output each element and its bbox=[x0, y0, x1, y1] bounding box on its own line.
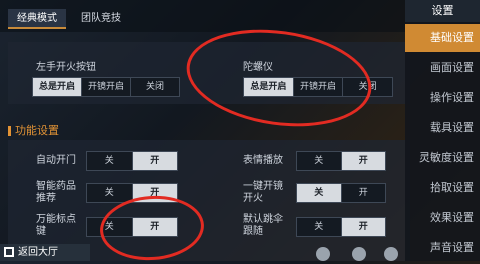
toggle-auto-door: 关 开 bbox=[86, 151, 178, 171]
settings-icon[interactable] bbox=[352, 247, 366, 261]
toggle-parachute-follow: 关 开 bbox=[296, 217, 386, 237]
fire-option-off[interactable]: 关闭 bbox=[131, 78, 179, 96]
annotation-circle-gyroscope bbox=[180, 18, 378, 138]
back-to-lobby-button[interactable]: 返回大厅 bbox=[0, 244, 90, 261]
section-marker-icon bbox=[8, 126, 11, 136]
fire-button-selector: 总是开启 开镜开启 关闭 bbox=[32, 77, 180, 97]
emote-off[interactable]: 关 bbox=[297, 152, 342, 170]
sidebar-item-basic[interactable]: 基础设置 bbox=[405, 24, 480, 52]
sidebar-title: 设置 bbox=[405, 0, 480, 22]
back-label: 返回大厅 bbox=[18, 247, 58, 258]
parachute-follow-off[interactable]: 关 bbox=[297, 218, 342, 236]
emote-on[interactable]: 开 bbox=[341, 152, 385, 170]
fire-option-scope[interactable]: 开镜开启 bbox=[82, 78, 131, 96]
sidebar-item-graphics[interactable]: 画面设置 bbox=[405, 54, 480, 82]
back-icon bbox=[4, 247, 14, 257]
toggle-label-emote: 表情播放 bbox=[243, 155, 283, 166]
toggle-label-scope-fire: 一键开镜开火 bbox=[243, 181, 283, 204]
section-title: 功能设置 bbox=[8, 122, 59, 138]
parachute-follow-on[interactable]: 开 bbox=[341, 218, 385, 236]
tab-classic-mode[interactable]: 经典模式 bbox=[8, 9, 66, 29]
sidebar-item-controls[interactable]: 操作设置 bbox=[405, 84, 480, 112]
toggle-label-med-recommend: 智能药品推荐 bbox=[36, 181, 76, 204]
fire-button-label: 左手开火按钮 bbox=[36, 62, 96, 73]
sidebar-item-sensitivity[interactable]: 灵敏度设置 bbox=[405, 144, 480, 172]
auto-door-off[interactable]: 关 bbox=[87, 152, 133, 170]
help-icon[interactable] bbox=[384, 247, 398, 261]
auto-door-on[interactable]: 开 bbox=[132, 152, 177, 170]
toggle-label-universal-mark: 万能标点键 bbox=[36, 214, 76, 237]
tab-team-deathmatch[interactable]: 团队竞技 bbox=[70, 9, 132, 29]
section-title-text: 功能设置 bbox=[15, 124, 59, 137]
scope-fire-off[interactable]: 关 bbox=[297, 184, 342, 202]
scope-fire-on[interactable]: 开 bbox=[342, 184, 386, 202]
med-recommend-off[interactable]: 关 bbox=[87, 184, 133, 202]
toggle-label-parachute-follow: 默认跳伞跟随 bbox=[243, 214, 283, 237]
sidebar-item-pickup[interactable]: 拾取设置 bbox=[405, 174, 480, 202]
toggle-label-auto-door: 自动开门 bbox=[36, 155, 76, 166]
info-icon[interactable] bbox=[316, 247, 330, 261]
fire-option-always[interactable]: 总是开启 bbox=[33, 78, 82, 96]
sidebar-item-vehicle[interactable]: 载具设置 bbox=[405, 114, 480, 142]
toggle-scope-fire: 关 开 bbox=[296, 183, 386, 203]
toggle-emote: 关 开 bbox=[296, 151, 386, 171]
sidebar-item-sound[interactable]: 声音设置 bbox=[405, 234, 480, 262]
sidebar-item-effects[interactable]: 效果设置 bbox=[405, 204, 480, 232]
